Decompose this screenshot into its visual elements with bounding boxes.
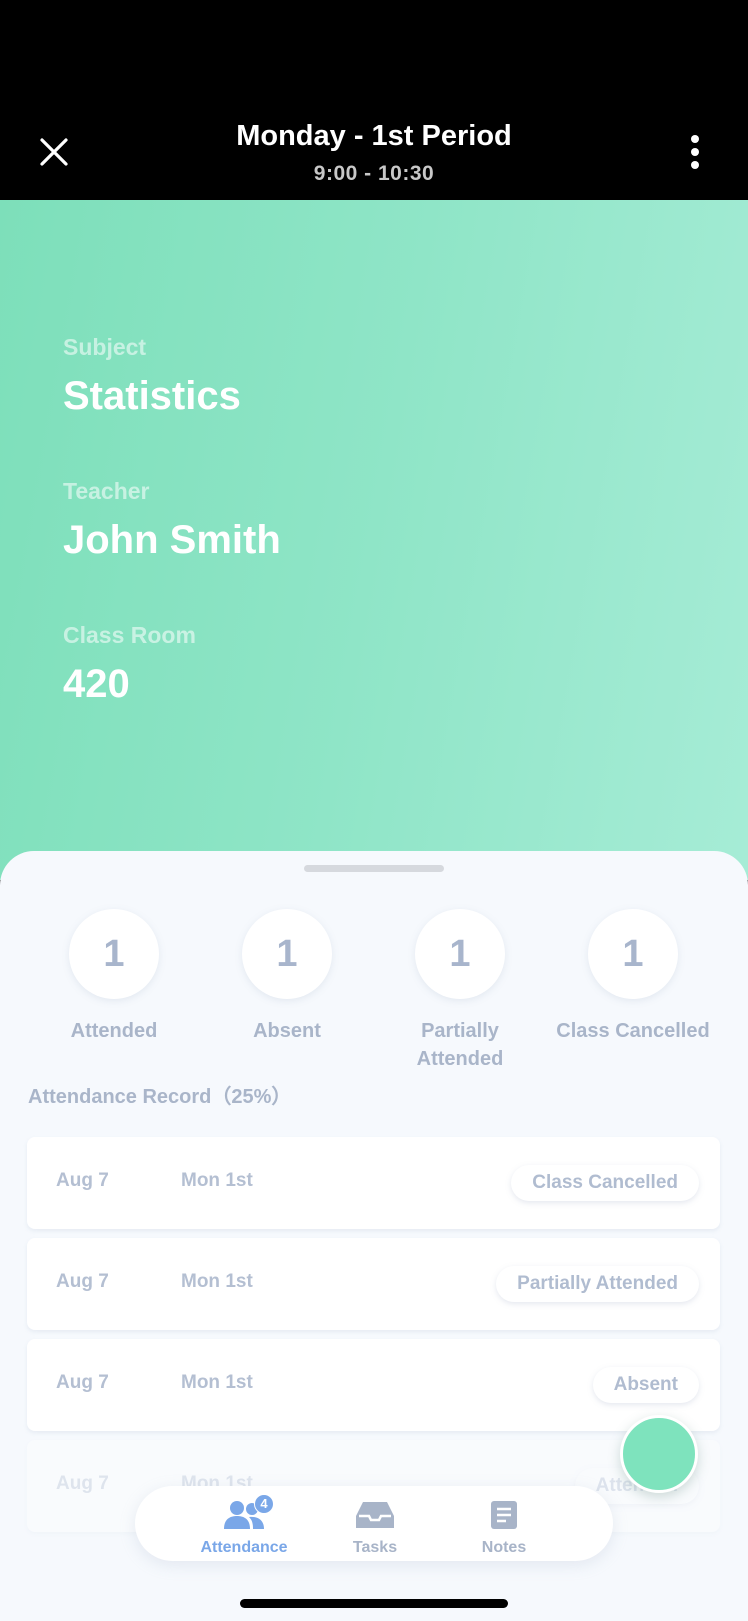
more-vertical-icon bbox=[691, 135, 699, 169]
class-details-panel: Subject Statistics Teacher John Smith Cl… bbox=[0, 200, 748, 880]
bottom-tab-bar: 4 Attendance Tasks Notes bbox=[135, 1486, 613, 1561]
row-date: Aug 7 bbox=[56, 1473, 109, 1494]
period-time: 9:00 - 10:30 bbox=[313, 162, 435, 185]
attendance-record-title: Attendance Record（25%） bbox=[28, 1086, 292, 1108]
row-date: Aug 7 bbox=[56, 1170, 109, 1191]
attendance-row[interactable]: Aug 7 Mon 1st Class Cancelled bbox=[27, 1137, 720, 1229]
stat-label: Partially Attended bbox=[416, 1020, 504, 1070]
attendance-row[interactable]: Aug 7 Mon 1st Partially Attended bbox=[27, 1238, 720, 1330]
tab-notes[interactable]: Notes bbox=[444, 1498, 564, 1557]
teacher-label: Teacher bbox=[63, 478, 150, 504]
stat-count: 1 bbox=[588, 909, 678, 999]
room-value: 420 bbox=[63, 662, 130, 706]
page-title: Monday - 1st Period bbox=[236, 120, 512, 152]
row-date: Aug 7 bbox=[56, 1271, 109, 1292]
tab-attendance[interactable]: 4 Attendance bbox=[184, 1494, 304, 1557]
home-indicator bbox=[240, 1599, 508, 1608]
subject-label: Subject bbox=[63, 334, 147, 360]
top-bar: Monday - 1st Period 9:00 - 10:30 bbox=[0, 0, 748, 200]
stat-attended: 1 Attended bbox=[29, 909, 199, 1045]
stat-count: 1 bbox=[415, 909, 505, 999]
notes-icon bbox=[491, 1501, 517, 1529]
attendance-count-badge: 4 bbox=[254, 1494, 274, 1514]
stat-class-cancelled: 1 Class Cancelled bbox=[538, 909, 728, 1045]
status-badge: Class Cancelled bbox=[511, 1165, 699, 1201]
stat-label: Class Cancelled bbox=[556, 1020, 710, 1042]
stat-absent: 1 Absent bbox=[202, 909, 372, 1045]
stat-label: Attended bbox=[70, 1020, 158, 1042]
row-period: Mon 1st bbox=[181, 1372, 253, 1393]
stat-partially-attended: 1 Partially Attended bbox=[375, 909, 545, 1073]
row-period: Mon 1st bbox=[181, 1271, 253, 1292]
status-badge: Absent bbox=[592, 1367, 699, 1403]
attendance-row[interactable]: Aug 7 Mon 1st Absent bbox=[27, 1339, 720, 1431]
more-options-button[interactable] bbox=[680, 132, 710, 172]
status-badge: Partially Attended bbox=[496, 1266, 699, 1302]
floating-action-button[interactable] bbox=[620, 1415, 698, 1493]
row-period: Mon 1st bbox=[181, 1170, 253, 1191]
room-label: Class Room bbox=[63, 622, 196, 648]
row-date: Aug 7 bbox=[56, 1372, 109, 1393]
stat-label: Absent bbox=[253, 1020, 321, 1042]
tab-label: Attendance bbox=[200, 1539, 288, 1556]
inbox-icon bbox=[356, 1502, 394, 1528]
subject-value: Statistics bbox=[63, 374, 241, 418]
teacher-value: John Smith bbox=[63, 518, 281, 562]
tab-label: Tasks bbox=[352, 1539, 398, 1556]
sheet-drag-handle[interactable] bbox=[304, 865, 444, 872]
tab-label: Notes bbox=[481, 1539, 527, 1556]
stat-count: 1 bbox=[69, 909, 159, 999]
tab-tasks[interactable]: Tasks bbox=[315, 1498, 435, 1557]
stat-count: 1 bbox=[242, 909, 332, 999]
